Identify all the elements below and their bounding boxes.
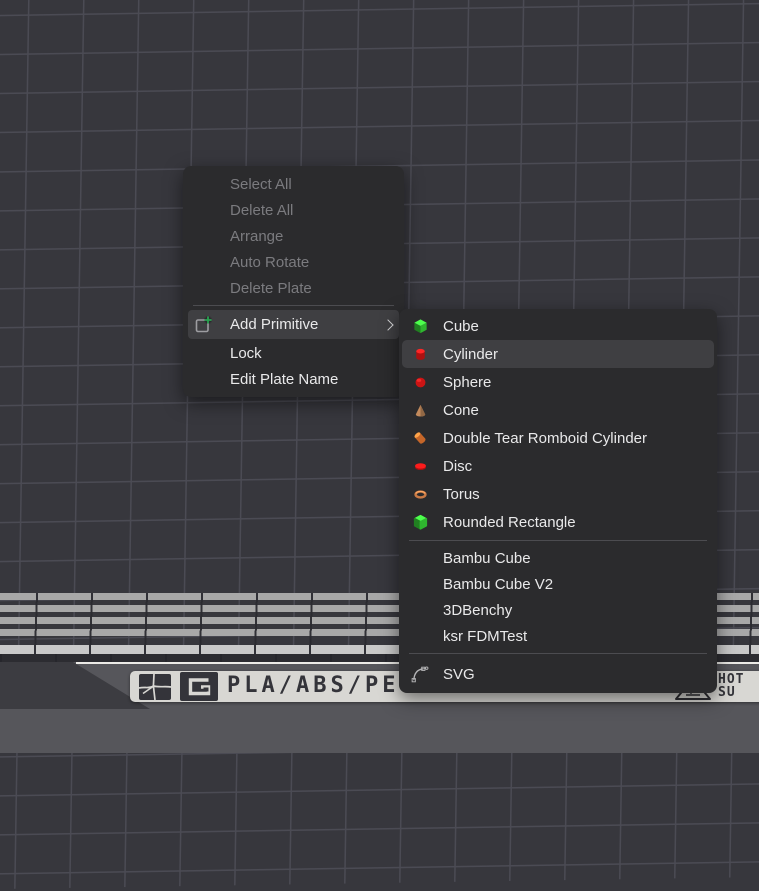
hot-surface-warning-text: HOT SU [718, 673, 744, 699]
menu-item-label: Disc [443, 458, 472, 475]
menu-item-label: Cylinder [443, 346, 498, 363]
menu-item-label: Delete All [230, 202, 293, 219]
menu-item-3dbenchy[interactable]: 3DBenchy [399, 597, 717, 623]
pinwheel-logo-icon [139, 674, 171, 700]
add-primitive-submenu: Cube Cylinder Sphere Cone Double Tear Romboi… [399, 309, 717, 693]
menu-item-bambu-cube-v2[interactable]: Bambu Cube V2 [399, 571, 717, 597]
menu-item-auto-rotate[interactable]: Auto Rotate [183, 249, 404, 275]
menu-item-svg[interactable]: SVG [399, 658, 717, 690]
menu-separator [409, 653, 707, 654]
menu-item-label: Cone [443, 402, 479, 419]
menu-item-label: Select All [230, 176, 292, 193]
menu-item-lock[interactable]: Lock [183, 340, 404, 366]
menu-item-cylinder[interactable]: Cylinder [402, 340, 714, 368]
menu-item-label: ksr FDMTest [443, 628, 527, 645]
rounded-rectangle-icon [411, 513, 429, 531]
menu-item-label: Add Primitive [230, 316, 318, 333]
menu-item-label: Rounded Rectangle [443, 514, 576, 531]
menu-item-edit-plate-name[interactable]: Edit Plate Name [183, 366, 404, 392]
bezier-curve-icon [411, 665, 429, 683]
menu-item-label: Cube [443, 318, 479, 335]
cone-icon [411, 401, 429, 419]
torus-icon [411, 485, 429, 503]
disc-icon [411, 457, 429, 475]
plate-context-menu: Select All Delete All Arrange Auto Rotate De… [183, 166, 404, 397]
menu-item-bambu-cube[interactable]: Bambu Cube [399, 545, 717, 571]
menu-item-add-primitive[interactable]: Add Primitive [188, 310, 399, 339]
bambu-logo-icon [180, 672, 218, 701]
menu-item-sphere[interactable]: Sphere [399, 368, 717, 396]
menu-item-label: Double Tear Romboid Cylinder [443, 430, 647, 447]
sphere-icon [411, 373, 429, 391]
menu-item-select-all[interactable]: Select All [183, 171, 404, 197]
cylinder-icon [411, 345, 429, 363]
romboid-cylinder-icon [411, 429, 429, 447]
menu-item-label: Sphere [443, 374, 491, 391]
menu-separator [193, 305, 394, 306]
menu-item-label: Edit Plate Name [230, 371, 338, 388]
add-primitive-icon [194, 315, 214, 335]
menu-item-arrange[interactable]: Arrange [183, 223, 404, 249]
menu-item-rounded-rectangle[interactable]: Rounded Rectangle [399, 508, 717, 536]
cube-icon [411, 317, 429, 335]
menu-separator [409, 540, 707, 541]
menu-item-label: Torus [443, 486, 480, 503]
menu-item-label: SVG [443, 666, 475, 683]
menu-item-delete-all[interactable]: Delete All [183, 197, 404, 223]
menu-item-torus[interactable]: Torus [399, 480, 717, 508]
menu-item-label: Arrange [230, 228, 283, 245]
submenu-arrow-icon [382, 319, 393, 330]
menu-item-label: 3DBenchy [443, 602, 512, 619]
menu-item-label: Bambu Cube [443, 550, 531, 567]
menu-item-label: Lock [230, 345, 262, 362]
menu-item-ksr-fdmtest[interactable]: ksr FDMTest [399, 623, 717, 649]
menu-item-cone[interactable]: Cone [399, 396, 717, 424]
menu-item-label: Delete Plate [230, 280, 312, 297]
menu-item-cube[interactable]: Cube [399, 312, 717, 340]
menu-item-delete-plate[interactable]: Delete Plate [183, 275, 404, 301]
menu-item-label: Bambu Cube V2 [443, 576, 553, 593]
menu-item-disc[interactable]: Disc [399, 452, 717, 480]
menu-item-double-tear-romboid-cylinder[interactable]: Double Tear Romboid Cylinder [399, 424, 717, 452]
menu-item-label: Auto Rotate [230, 254, 309, 271]
